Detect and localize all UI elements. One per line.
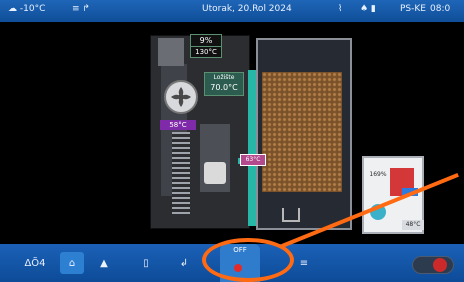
menu-icons[interactable]: ≡ ↱ xyxy=(72,4,90,14)
boiler-temp-label: Ložište xyxy=(213,74,235,81)
list-icon[interactable]: ≡ xyxy=(292,252,316,274)
weather-temperature: ☁ -10°C xyxy=(8,4,46,14)
mode-button-4[interactable]: ▯ xyxy=(134,252,158,274)
burner-chamber xyxy=(200,124,230,192)
network-label: PS-KE xyxy=(400,4,426,14)
mode-button-3[interactable]: ▲ xyxy=(92,252,116,274)
boiler-temp-value: 70.0°C xyxy=(210,83,238,92)
teal-pipe xyxy=(248,70,256,226)
time-text: 08:0 xyxy=(430,4,451,14)
purple-tag: 58°C xyxy=(160,120,196,130)
wifi-icon: ⌇ xyxy=(338,4,343,14)
mix-valve-percent: 169% xyxy=(369,171,387,178)
mode-button-1[interactable]: ΔÕ4 xyxy=(18,252,52,274)
boiler-temp-box[interactable]: Ložište 70.0°C xyxy=(204,72,244,96)
main-toggle[interactable] xyxy=(412,256,454,274)
connection-icons: ♠ ▮ xyxy=(360,4,376,14)
heat-exchanger-fins xyxy=(172,132,190,214)
mode-button-5[interactable]: ↲ xyxy=(172,252,196,274)
mode-button-2[interactable]: ⌂ xyxy=(60,252,84,274)
date-text: Utorak, 20.Rol 2024 xyxy=(202,4,292,14)
weather-icon: ☁ xyxy=(8,4,17,14)
mix-valve-temp: 48°C xyxy=(402,220,424,230)
flue-temp: 130°C xyxy=(190,46,222,58)
annotation-ellipse xyxy=(202,238,294,282)
auger-icon xyxy=(282,208,300,222)
pellets-fill xyxy=(262,72,342,192)
fan-icon xyxy=(164,80,198,114)
chimney-section xyxy=(158,38,184,66)
toggle-knob xyxy=(433,258,447,272)
top-status-bar: ☁ -10°C ≡ ↱ Utorak, 20.Rol 2024 ⌇ ♠ ▮ PS… xyxy=(0,0,464,22)
pink-tag: 63°C xyxy=(240,154,266,166)
